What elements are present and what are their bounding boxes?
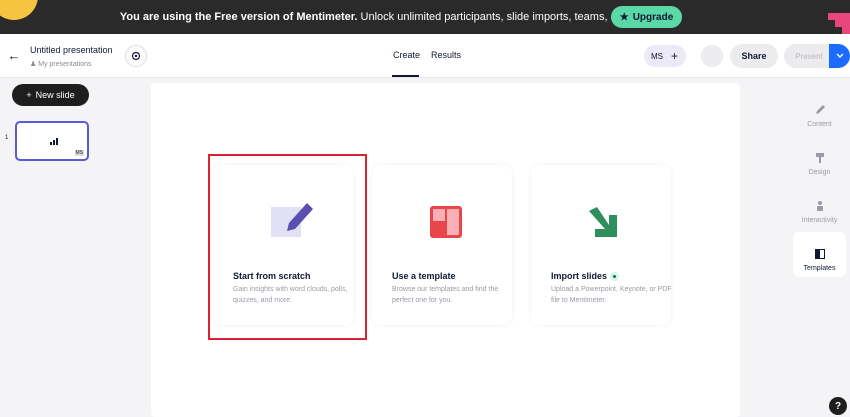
panel-design-label: Design bbox=[808, 169, 831, 176]
panel-templates[interactable]: Templates bbox=[793, 232, 846, 277]
option-title-text: Import slides bbox=[551, 271, 608, 281]
paint-roller-icon bbox=[815, 153, 824, 163]
option-description: Upload a Powerpoint, Keynote, or PDF fil… bbox=[551, 286, 672, 304]
slide-number: 1 bbox=[5, 135, 9, 141]
new-indicator bbox=[610, 272, 620, 282]
present-button[interactable]: Present bbox=[784, 44, 834, 68]
person-icon: ♟ bbox=[30, 61, 37, 68]
share-button[interactable]: Share bbox=[730, 44, 778, 68]
breadcrumb[interactable]: ♟ My presentations bbox=[30, 60, 92, 68]
tab-results[interactable]: Results bbox=[431, 50, 461, 60]
panel-templates-label: Templates bbox=[803, 265, 836, 272]
collaborator-avatar: MS bbox=[651, 51, 663, 61]
bar-chart-icon bbox=[50, 138, 58, 145]
selection-highlight bbox=[208, 154, 367, 340]
panel-interactivity[interactable]: Interactivity bbox=[793, 184, 846, 229]
use-a-template-card[interactable]: Use a template Browse our templates and … bbox=[372, 165, 512, 325]
option-description: Browse our templates and find the perfec… bbox=[392, 286, 499, 304]
panel-interactivity-label: Interactivity bbox=[801, 217, 838, 224]
breadcrumb-label: My presentations bbox=[38, 61, 92, 68]
panel-design[interactable]: Design bbox=[793, 136, 846, 181]
slide-badge: MS bbox=[74, 150, 84, 156]
upgrade-button[interactable]: ★ Upgrade bbox=[611, 6, 682, 28]
template-icon bbox=[430, 206, 462, 238]
upgrade-label: Upgrade bbox=[632, 11, 674, 23]
presentation-title[interactable]: Untitled presentation bbox=[30, 45, 113, 55]
top-header: ← Untitled presentation ♟ My presentatio… bbox=[0, 34, 850, 78]
help-button[interactable]: ? bbox=[829, 397, 847, 415]
gear-icon bbox=[131, 51, 141, 61]
new-slide-label: New slide bbox=[35, 90, 75, 100]
banner-message-bold: You are using the Free version of Mentim… bbox=[119, 11, 358, 23]
upgrade-banner: You are using the Free version of Mentim… bbox=[0, 0, 850, 34]
slide-thumbnail[interactable]: MS bbox=[15, 121, 89, 161]
option-title: Use a template bbox=[392, 271, 456, 281]
import-slides-card[interactable]: Import slides Upload a Powerpoint, Keyno… bbox=[531, 165, 672, 325]
chevron-down-icon bbox=[836, 53, 843, 58]
back-arrow-icon[interactable]: ← bbox=[6, 48, 22, 64]
templates-icon bbox=[814, 249, 825, 259]
panel-content[interactable]: Content bbox=[793, 88, 846, 133]
interactivity-icon bbox=[816, 201, 823, 211]
plus-icon: + bbox=[26, 90, 32, 100]
settings-button[interactable] bbox=[125, 45, 147, 67]
panel-content-label: Content bbox=[807, 121, 832, 128]
new-slide-button[interactable]: + New slide bbox=[12, 84, 89, 106]
active-tab-indicator bbox=[392, 75, 419, 77]
collaborators-button[interactable]: MS + bbox=[644, 45, 686, 67]
present-options-button[interactable] bbox=[829, 44, 850, 68]
star-icon: ★ bbox=[619, 11, 629, 23]
pencil-icon bbox=[815, 105, 825, 114]
add-collaborator-icon: + bbox=[671, 49, 679, 63]
option-title: Import slides bbox=[551, 271, 620, 282]
tab-create[interactable]: Create bbox=[393, 50, 420, 60]
import-arrow-icon bbox=[589, 207, 617, 237]
preview-button[interactable] bbox=[701, 45, 723, 67]
